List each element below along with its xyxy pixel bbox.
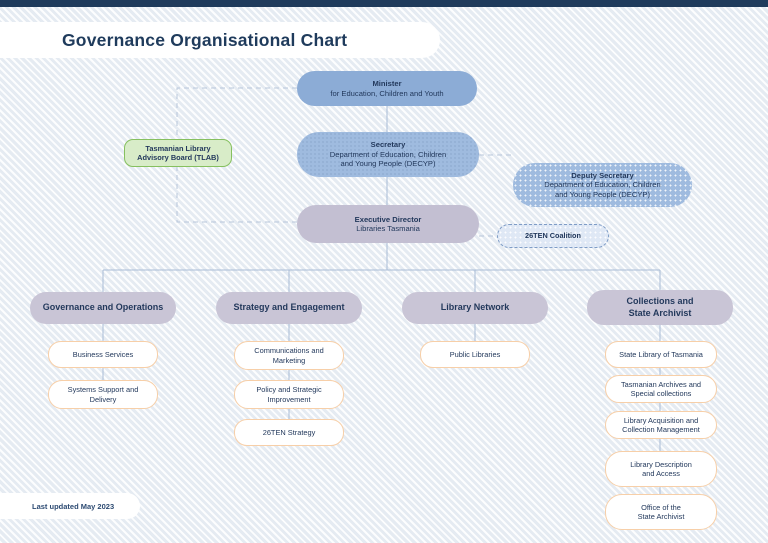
unit-library-description-line2: and Access bbox=[642, 469, 680, 478]
node-secretary-subtitle-line1: Department of Education, Children bbox=[329, 149, 447, 159]
unit-communications-line2: Marketing bbox=[272, 355, 306, 365]
division-library-network[interactable]: Library Network bbox=[402, 292, 548, 324]
unit-communications-line1: Communications and bbox=[254, 346, 324, 356]
division-collections-label-line2: State Archivist bbox=[628, 307, 692, 318]
unit-library-acquisition-line1: Library Acquisition and bbox=[623, 415, 699, 425]
unit-office-of-the-state-archivist[interactable]: Office of the State Archivist bbox=[605, 494, 717, 530]
node-minister-title: Minister bbox=[372, 79, 402, 89]
division-collections-label-line1: Collections and bbox=[626, 296, 694, 307]
unit-tasmanian-archives-line1: Tasmanian Archives and bbox=[620, 379, 702, 389]
division-strategy-and-engagement[interactable]: Strategy and Engagement bbox=[216, 292, 362, 324]
node-minister-subtitle: for Education, Children and Youth bbox=[330, 88, 444, 98]
unit-tasmanian-archives-and-special-collections[interactable]: Tasmanian Archives and Special collectio… bbox=[605, 375, 717, 403]
unit-state-library-label: State Library of Tasmania bbox=[619, 349, 703, 359]
division-library-network-label: Library Network bbox=[440, 302, 510, 313]
node-advisory-board[interactable]: Tasmanian Library Advisory Board (TLAB) bbox=[124, 139, 232, 167]
node-secretary-subtitle-line2: and Young People (DECYP) bbox=[340, 159, 436, 169]
unit-26ten-strategy-label: 26TEN Strategy bbox=[262, 427, 316, 437]
node-deputy-secretary-title: Deputy Secretary bbox=[571, 170, 634, 180]
node-advisory-board-line1: Tasmanian Library bbox=[145, 143, 211, 153]
node-deputy-secretary[interactable]: Deputy Secretary Department of Education… bbox=[513, 163, 692, 207]
unit-library-description-and-access[interactable]: Library Description and Access bbox=[605, 451, 717, 487]
node-deputy-secretary-subtitle-line1: Department of Education, Children bbox=[544, 180, 661, 190]
unit-tasmanian-archives-line2: Special collections bbox=[630, 389, 692, 398]
unit-office-state-archivist-line2: State Archivist bbox=[637, 512, 685, 521]
last-updated-label: Last updated May 2023 bbox=[32, 501, 115, 511]
unit-library-acquisition-and-collection-management[interactable]: Library Acquisition and Collection Manag… bbox=[605, 411, 717, 439]
org-chart-canvas: Governance Organisational Chart Minister… bbox=[0, 0, 768, 543]
node-deputy-secretary-subtitle-line2: and Young People (DECYP) bbox=[554, 189, 650, 199]
node-executive-director[interactable]: Executive Director Libraries Tasmania bbox=[297, 205, 479, 243]
unit-library-acquisition-line2: Collection Management bbox=[622, 425, 700, 434]
unit-systems-support-line1: Systems Support and bbox=[67, 385, 139, 395]
node-minister[interactable]: Minister for Education, Children and You… bbox=[297, 71, 477, 106]
unit-policy-line1: Policy and Strategic bbox=[256, 385, 322, 395]
node-26ten-coalition-label: 26TEN Coalition bbox=[525, 231, 581, 241]
node-secretary[interactable]: Secretary Department of Education, Child… bbox=[297, 132, 479, 177]
division-governance-and-operations-label: Governance and Operations bbox=[42, 302, 164, 313]
node-executive-director-subtitle: Libraries Tasmania bbox=[356, 224, 420, 233]
unit-policy-and-strategic-improvement[interactable]: Policy and Strategic Improvement bbox=[234, 380, 344, 409]
unit-policy-line2: Improvement bbox=[267, 394, 311, 404]
node-secretary-title: Secretary bbox=[370, 140, 406, 150]
node-26ten-coalition[interactable]: 26TEN Coalition bbox=[497, 224, 609, 248]
division-governance-and-operations[interactable]: Governance and Operations bbox=[30, 292, 176, 324]
unit-systems-support-line2: Delivery bbox=[89, 394, 117, 404]
unit-public-libraries[interactable]: Public Libraries bbox=[420, 341, 530, 368]
node-executive-director-title: Executive Director bbox=[354, 214, 422, 224]
unit-business-services-label: Business Services bbox=[72, 349, 134, 359]
node-advisory-board-line2: Advisory Board (TLAB) bbox=[137, 153, 219, 162]
unit-state-library-of-tasmania[interactable]: State Library of Tasmania bbox=[605, 341, 717, 368]
unit-systems-support-and-delivery[interactable]: Systems Support and Delivery bbox=[48, 380, 158, 409]
unit-public-libraries-label: Public Libraries bbox=[449, 349, 501, 359]
division-collections-and-state-archivist[interactable]: Collections and State Archivist bbox=[587, 290, 733, 325]
unit-office-state-archivist-line1: Office of the bbox=[641, 502, 681, 512]
unit-library-description-line1: Library Description bbox=[630, 459, 692, 469]
unit-communications-and-marketing[interactable]: Communications and Marketing bbox=[234, 341, 344, 370]
last-updated-pill: Last updated May 2023 bbox=[0, 493, 140, 519]
unit-26ten-strategy[interactable]: 26TEN Strategy bbox=[234, 419, 344, 446]
unit-business-services[interactable]: Business Services bbox=[48, 341, 158, 368]
division-strategy-and-engagement-label: Strategy and Engagement bbox=[233, 302, 345, 313]
